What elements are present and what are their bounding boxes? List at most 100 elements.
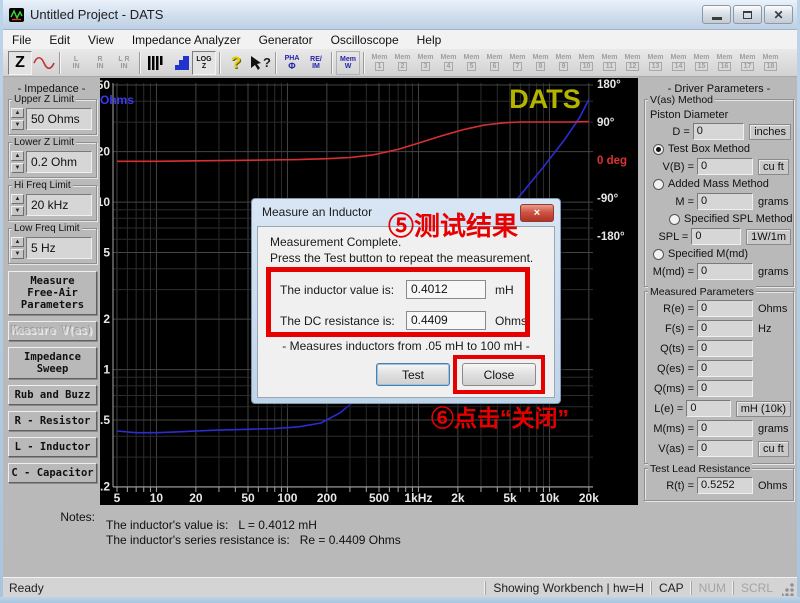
unit-selector[interactable]: mH (10k) [736,401,791,417]
memory-write-button[interactable]: MemW [336,51,360,75]
annotation-step5: ⑤测试结果 [388,206,518,243]
unit-selector[interactable]: cu ft [758,159,789,175]
impedance-z-button[interactable]: Z [8,51,32,75]
memory-slot-label: Mem [510,54,526,61]
limit-row: ▲▼50 Ohms [11,108,94,130]
log-z-button[interactable]: LOGZ [192,51,216,75]
status-caps-lock: CAP [651,581,691,595]
group-low-freq-limit: Low Freq Limit▲▼5 Hz [8,228,97,264]
resistor-button[interactable]: R - Resistor [8,411,97,431]
memory-slot-label: Mem [372,54,388,61]
piano-tones-icon[interactable] [144,51,168,75]
parameter-field[interactable]: 0 [697,420,753,437]
axis-tick-label: 5k [503,491,517,505]
inductor-button[interactable]: L - Inductor [8,437,97,457]
context-help-icon[interactable]: ? [248,51,272,75]
axis-tick-label: 1 [103,363,110,377]
memory-slot-10: Mem10 [575,51,598,75]
close-button[interactable]: ✕ [764,5,793,24]
parameter-field[interactable]: 0 [686,400,730,417]
radio-added-mass-method[interactable]: Added Mass Method [653,178,791,190]
minimize-button[interactable] [702,5,731,24]
group-caption: Lower Z Limit [12,137,76,148]
limit-field[interactable]: 0.2 Ohm [26,151,92,173]
dialog-close-button[interactable]: × [520,204,554,222]
parameter-row: Q(es) =0 [647,360,791,377]
spin-down-button[interactable]: ▼ [11,249,24,259]
spin-down-button[interactable]: ▼ [11,163,24,173]
real-imaginary-button[interactable]: RE/IM [304,51,328,75]
close-icon: ✕ [773,9,783,21]
unit-selector[interactable]: 1W/1m [746,229,791,245]
spin-up-button[interactable]: ▲ [11,237,24,247]
menu-item-help[interactable]: Help [408,31,451,49]
phase-tick-label: -90° [597,193,619,205]
spin-up-button[interactable]: ▲ [11,108,24,118]
axis-tick-label: 0.2 [100,480,110,494]
menu-item-view[interactable]: View [79,31,123,49]
button-label-line: Rub and Buzz [9,389,96,401]
restore-button[interactable] [733,5,762,24]
limit-field[interactable]: 5 Hz [26,237,92,259]
parameter-field[interactable]: 0.5252 [697,477,753,494]
parameter-row: Q(ts) =0 [647,340,791,357]
radio-label: Test Box Method [668,143,750,155]
parameter-field[interactable]: 0 [697,340,753,357]
spin-up-button[interactable]: ▲ [11,151,24,161]
phase-button[interactable]: PHAΦ [280,51,304,75]
spin-up-button[interactable]: ▲ [11,194,24,204]
sine-generator-icon[interactable] [32,51,56,75]
parameter-field[interactable]: 0 [697,300,753,317]
spinner[interactable]: ▲▼ [11,194,24,216]
parameter-field[interactable]: 0 [697,380,753,397]
menu-item-file[interactable]: File [3,31,40,49]
parameter-field[interactable]: 0 [697,320,753,337]
workbench: - Impedance - Upper Z Limit▲▼50 OhmsLowe… [3,77,797,577]
parameter-field[interactable]: 0 [697,193,753,210]
limit-field[interactable]: 20 kHz [26,194,92,216]
capacitor-button[interactable]: C - Capacitor [8,463,97,483]
step-response-icon[interactable] [168,51,192,75]
parameter-field[interactable]: 0 [697,360,753,377]
menu-item-impedance-analyzer[interactable]: Impedance Analyzer [123,31,250,49]
parameter-field[interactable]: 0 [697,263,753,280]
radio-test-box-method[interactable]: Test Box Method [653,143,791,155]
impedance-sweep-button[interactable]: ImpedanceSweep [8,347,97,379]
test-button[interactable]: Test [376,363,450,386]
menu-item-generator[interactable]: Generator [250,31,322,49]
measure-vas-button: Measure V(as) [8,321,97,341]
status-bar: Ready Showing Workbench | hw=H CAP NUM S… [3,577,797,597]
parameter-field[interactable]: 0 [693,123,744,140]
parameter-field[interactable]: 0 [697,158,753,175]
measure-free-air-button[interactable]: MeasureFree-AirParameters [8,271,97,315]
annotation-step6: ⑥点击“关闭” [431,399,569,433]
spin-down-button[interactable]: ▼ [11,120,24,130]
parameter-field[interactable]: 0 [691,228,741,245]
rub-and-buzz-button[interactable]: Rub and Buzz [8,385,97,405]
unit-label: Hz [758,323,771,335]
right-in-button: RIN [88,51,112,75]
memory-slot-8: Mem8 [529,51,552,75]
parameter-label: Q(ms) = [647,383,697,395]
radio-specified-m-md-[interactable]: Specified M(md) [653,248,791,260]
spinner[interactable]: ▲▼ [11,237,24,259]
unit-selector[interactable]: cu ft [758,441,789,457]
button-label-line: Measure [9,275,96,287]
spinner[interactable]: ▲▼ [11,108,24,130]
parameter-label: R(e) = [647,303,697,315]
parameter-row: L(e) =0mH (10k) [647,400,791,417]
radio-specified-spl-method[interactable]: Specified SPL Method [669,213,791,225]
status-workbench: Showing Workbench | hw=H [485,581,651,595]
menu-item-oscilloscope[interactable]: Oscilloscope [322,31,408,49]
unit-selector[interactable]: inches [749,124,791,140]
notes-text: The inductor's value is: L = 0.4012 mH T… [106,518,401,548]
annotation-result-box [266,267,530,337]
limit-field[interactable]: 50 Ohms [26,108,92,130]
menu-item-edit[interactable]: Edit [40,31,79,49]
parameter-field[interactable]: 0 [697,440,753,457]
memory-slot-label: Mem [579,54,595,61]
resize-grip[interactable] [782,583,795,596]
help-button[interactable]: ? [224,51,248,75]
spinner[interactable]: ▲▼ [11,151,24,173]
spin-down-button[interactable]: ▼ [11,206,24,216]
